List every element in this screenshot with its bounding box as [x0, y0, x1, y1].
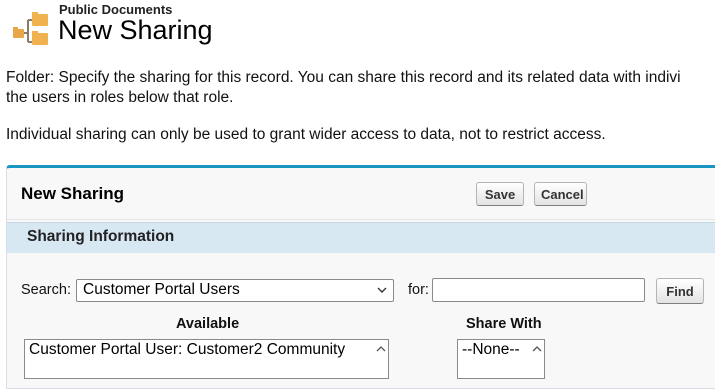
search-type-select[interactable]: Customer Portal Users — [76, 279, 394, 302]
save-button[interactable]: Save — [476, 182, 524, 206]
scroll-up-icon[interactable] — [376, 345, 386, 353]
page-title: New Sharing — [58, 15, 213, 45]
search-input[interactable] — [432, 278, 645, 302]
available-list[interactable]: Customer Portal User: Customer2 Communit… — [24, 339, 389, 379]
scroll-up-icon[interactable] — [532, 345, 542, 353]
folder-sharing-icon — [13, 12, 48, 45]
search-type-selected: Customer Portal Users — [83, 281, 240, 298]
cancel-button[interactable]: Cancel — [534, 182, 587, 206]
description-line-3: Individual sharing can only be used to g… — [6, 126, 606, 143]
description-line-2: the users in roles below that role. — [6, 89, 234, 106]
find-button[interactable]: Find — [656, 278, 704, 304]
for-label: for: — [408, 282, 429, 298]
available-heading: Available — [176, 316, 240, 332]
list-item[interactable]: Customer Portal User: Customer2 Communit… — [29, 341, 388, 359]
share-with-list[interactable]: --None-- — [457, 339, 545, 379]
search-label: Search: — [21, 282, 71, 298]
panel-divider — [7, 219, 715, 220]
chevron-down-icon — [377, 287, 387, 293]
description-line-1: Folder: Specify the sharing for this rec… — [6, 69, 681, 86]
section-title: Sharing Information — [27, 228, 175, 245]
share-with-heading: Share With — [466, 316, 542, 332]
panel-title: New Sharing — [21, 184, 124, 203]
